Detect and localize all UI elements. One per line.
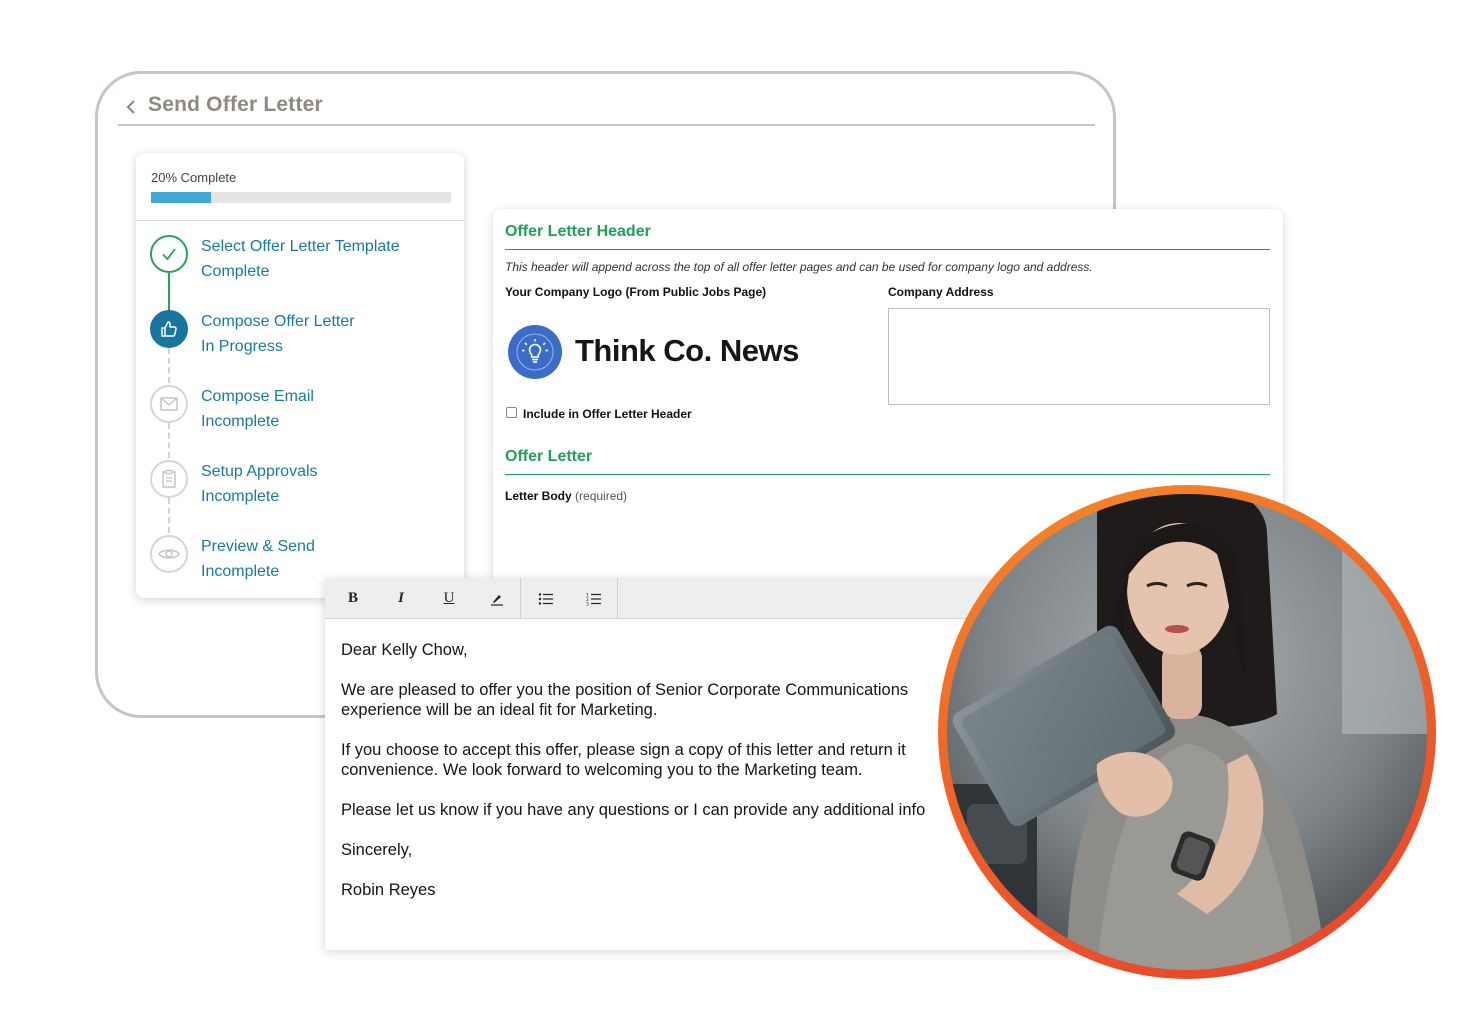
letter-line: If you choose to accept this offer, plea…	[341, 741, 906, 759]
italic-button[interactable]: I	[377, 578, 425, 619]
clipboard-icon	[150, 460, 188, 498]
photo-ring	[938, 485, 1436, 979]
include-header-checkbox[interactable]	[506, 407, 517, 418]
numbered-list-icon: 1 2 3	[586, 592, 601, 606]
include-header-label: Include in Offer Letter Header	[523, 407, 692, 421]
section-rule	[505, 474, 1270, 475]
required-indicator: (required)	[575, 489, 628, 503]
company-address-field[interactable]	[888, 308, 1270, 405]
letter-greeting: Dear Kelly Chow,	[341, 641, 468, 659]
letter-closing: Sincerely,	[341, 841, 413, 859]
letter-line: experience will be an ideal fit for Mark…	[341, 701, 658, 719]
check-icon	[150, 235, 188, 273]
company-logo-text: Think Co. News	[575, 333, 799, 368]
letter-signature: Robin Reyes	[341, 881, 436, 899]
step-name: Preview & Send	[201, 538, 315, 555]
letter-line: We are pleased to offer you the position…	[341, 681, 909, 699]
progress-bar-fill	[151, 192, 211, 203]
woman-with-tablet-photo	[947, 494, 1427, 970]
divider	[136, 220, 464, 221]
step-name: Setup Approvals	[201, 463, 318, 480]
letter-text[interactable]: Dear Kelly Chow, We are pleased to offer…	[341, 640, 1041, 920]
letter-paragraph: We are pleased to offer you the position…	[341, 680, 1041, 720]
lightbulb-icon	[516, 333, 554, 371]
bullet-list-button[interactable]	[522, 578, 570, 619]
bold-button[interactable]: B	[329, 578, 377, 619]
step-status: Complete	[201, 263, 270, 280]
window-header: Send Offer Letter	[118, 92, 1095, 126]
section-rule	[505, 249, 1270, 250]
section-title-offer-letter: Offer Letter	[505, 448, 593, 465]
highlight-button[interactable]	[473, 578, 521, 619]
back-chevron-icon[interactable]	[124, 100, 138, 114]
address-label: Company Address	[888, 285, 994, 299]
numbered-list-button[interactable]: 1 2 3	[570, 578, 618, 619]
letter-body-label: Letter Body (required)	[505, 489, 627, 503]
step-status: Incomplete	[201, 413, 280, 430]
highlighter-icon	[491, 594, 503, 606]
toolbar-separator	[617, 578, 618, 619]
step-name: Compose Offer Letter	[201, 313, 355, 330]
bullet-list-icon	[538, 592, 553, 605]
step-name: Compose Email	[201, 388, 314, 405]
step-status: Incomplete	[201, 488, 280, 505]
letter-line: convenience. We look forward to welcomin…	[341, 761, 863, 779]
thumbs-up-icon	[150, 310, 188, 348]
svg-text:3: 3	[586, 601, 589, 606]
progress-label: 20% Complete	[151, 170, 237, 185]
header-description: This header will append across the top o…	[505, 260, 1093, 274]
company-logo	[508, 325, 562, 379]
step-compose-offer-letter[interactable]: Compose Offer Letter In Progress	[150, 310, 450, 370]
letter-paragraph: If you choose to accept this offer, plea…	[341, 740, 1041, 780]
step-compose-email[interactable]: Compose Email Incomplete	[150, 385, 450, 445]
eye-icon	[150, 535, 188, 573]
page-title: Send Offer Letter	[148, 93, 323, 116]
step-name: Select Offer Letter Template	[201, 238, 400, 255]
section-title-header: Offer Letter Header	[505, 223, 651, 240]
step-status: In Progress	[201, 338, 283, 355]
step-setup-approvals[interactable]: Setup Approvals Incomplete	[150, 460, 450, 520]
toolbar-separator	[520, 578, 521, 619]
step-select-template[interactable]: Select Offer Letter Template Complete	[150, 235, 450, 295]
letter-paragraph: Please let us know if you have any quest…	[341, 801, 926, 819]
envelope-icon	[150, 385, 188, 423]
step-status: Incomplete	[201, 563, 280, 580]
underline-button[interactable]: U	[425, 578, 473, 619]
progress-bar	[151, 192, 451, 203]
letter-body-label-text: Letter Body	[505, 489, 572, 503]
progress-steps-panel: 20% Complete Select Offer Letter Templat…	[136, 153, 464, 598]
logo-label: Your Company Logo (From Public Jobs Page…	[505, 285, 767, 299]
